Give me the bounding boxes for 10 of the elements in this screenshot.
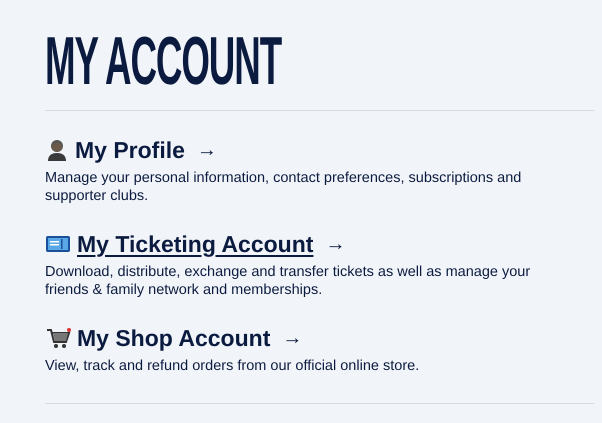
section-description: View, track and refund orders from our official online store. bbox=[45, 357, 420, 375]
section-link[interactable]: My Profile → bbox=[75, 136, 217, 164]
section-description: Download, distribute, exchange and transfer tickets as well as manage your friends & family network and memberships. bbox=[45, 263, 532, 299]
section-description: Manage your personal information, contact preferences, subscriptions and supporter clubs. bbox=[45, 169, 522, 205]
page-title: MY ACCOUNT bbox=[45, 30, 282, 92]
person-icon bbox=[45, 138, 69, 162]
cart-icon bbox=[45, 326, 71, 350]
section-link[interactable]: My Ticketing Account → bbox=[77, 230, 346, 258]
ticket-icon bbox=[45, 234, 71, 254]
section-link[interactable]: My Shop Account → bbox=[77, 324, 302, 352]
